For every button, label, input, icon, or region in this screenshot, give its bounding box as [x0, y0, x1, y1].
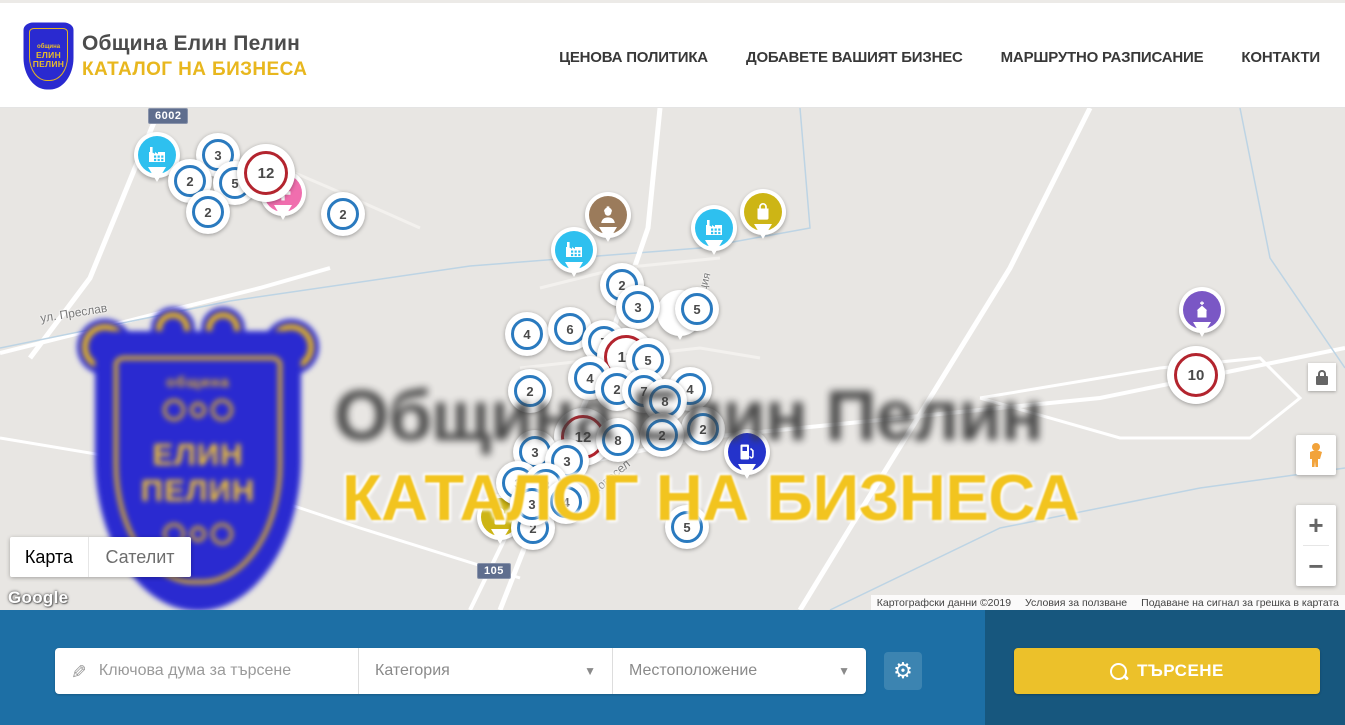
- cluster-marker[interactable]: 2: [508, 369, 552, 413]
- map-type-satellite-button[interactable]: Сателит: [89, 537, 191, 577]
- keyword-field[interactable]: ✎: [55, 648, 358, 694]
- search-icon: [1110, 663, 1127, 680]
- zoom-control: + −: [1296, 505, 1336, 586]
- pegman-icon: [1305, 442, 1327, 468]
- nav-route-schedule[interactable]: МАРШРУТНО РАЗПИСАНИЕ: [1001, 49, 1204, 66]
- category-select[interactable]: Категория ▼: [358, 648, 612, 694]
- chevron-down-icon: ▼: [584, 664, 596, 678]
- main-nav: ЦЕНОВА ПОЛИТИКА ДОБАВЕТЕ ВАШИЯТ БИЗНЕС М…: [559, 3, 1320, 111]
- nav-add-business[interactable]: ДОБАВЕТЕ ВАШИЯТ БИЗНЕС: [746, 49, 963, 66]
- pencil-icon: ✎: [65, 663, 88, 679]
- cluster-marker[interactable]: 2: [681, 407, 725, 451]
- factory-pin[interactable]: [691, 205, 737, 251]
- location-select[interactable]: Местоположение ▼: [612, 648, 866, 694]
- cluster-marker[interactable]: 5: [675, 287, 719, 331]
- cluster-marker[interactable]: 2: [640, 413, 684, 457]
- map-type-control: Карта Сателит: [10, 537, 191, 577]
- cluster-marker[interactable]: 2: [321, 192, 365, 236]
- google-logo[interactable]: Google: [8, 588, 68, 608]
- brand[interactable]: община ЕЛИН ПЕЛИН Община Елин Пелин КАТА…: [25, 24, 307, 88]
- site-subtitle: КАТАЛОГ НА БИЗНЕСА: [82, 59, 307, 81]
- cluster-marker[interactable]: 4: [544, 480, 588, 524]
- cluster-marker[interactable]: 8: [596, 418, 640, 462]
- attribution-terms-link[interactable]: Условия за ползване: [1025, 597, 1127, 609]
- chevron-down-icon: ▼: [838, 664, 850, 678]
- map-canvas[interactable]: ул. Преслав бул. „Новосел ция 6002 105 3…: [0, 108, 1345, 610]
- zoom-out-button[interactable]: −: [1296, 546, 1336, 586]
- cluster-marker[interactable]: 3: [616, 285, 660, 329]
- gear-icon: ⚙: [893, 658, 913, 684]
- map-type-map-button[interactable]: Карта: [10, 537, 89, 577]
- cluster-marker[interactable]: 4: [505, 312, 549, 356]
- search-button[interactable]: ТЪРСЕНЕ: [1014, 648, 1320, 694]
- search-bar: ✎ Категория ▼ Местоположение ▼ ⚙ ТЪРСЕНЕ: [0, 610, 1345, 725]
- lock-icon: [1316, 376, 1328, 385]
- header: община ЕЛИН ПЕЛИН Община Елин Пелин КАТА…: [0, 0, 1345, 108]
- map-attribution: Картографски данни ©2019 Условия за полз…: [871, 595, 1345, 610]
- zoom-in-button[interactable]: +: [1296, 505, 1336, 545]
- site-title: Община Елин Пелин: [82, 32, 307, 56]
- factory-pin[interactable]: [551, 227, 597, 273]
- page: община ЕЛИН ПЕЛИН Община Елин Пелин КАТА…: [0, 0, 1345, 725]
- nav-pricing[interactable]: ЦЕНОВА ПОЛИТИКА: [559, 49, 708, 66]
- marker-layer: 3251222235467135422748221283338234510: [0, 108, 1345, 610]
- lock-button[interactable]: [1308, 363, 1336, 391]
- attribution-data: Картографски данни ©2019: [877, 597, 1011, 609]
- fuel-pin[interactable]: [724, 429, 770, 475]
- cluster-marker[interactable]: 2: [186, 190, 230, 234]
- cluster-marker[interactable]: 10: [1167, 346, 1225, 404]
- pegman-button[interactable]: [1296, 435, 1336, 475]
- cluster-marker[interactable]: 5: [665, 505, 709, 549]
- search-fields: ✎ Категория ▼ Местоположение ▼: [55, 648, 866, 694]
- advanced-settings-button[interactable]: ⚙: [884, 652, 922, 690]
- keyword-input[interactable]: [97, 661, 331, 681]
- worker-pin[interactable]: [585, 192, 631, 238]
- cluster-marker[interactable]: 12: [237, 144, 295, 202]
- church-pin[interactable]: [1179, 287, 1225, 333]
- shopping-pin[interactable]: [740, 189, 786, 235]
- attribution-report-link[interactable]: Подаване на сигнал за грешка в картата: [1141, 597, 1339, 609]
- municipality-logo: община ЕЛИН ПЕЛИН: [25, 24, 72, 88]
- nav-contacts[interactable]: КОНТАКТИ: [1241, 49, 1320, 66]
